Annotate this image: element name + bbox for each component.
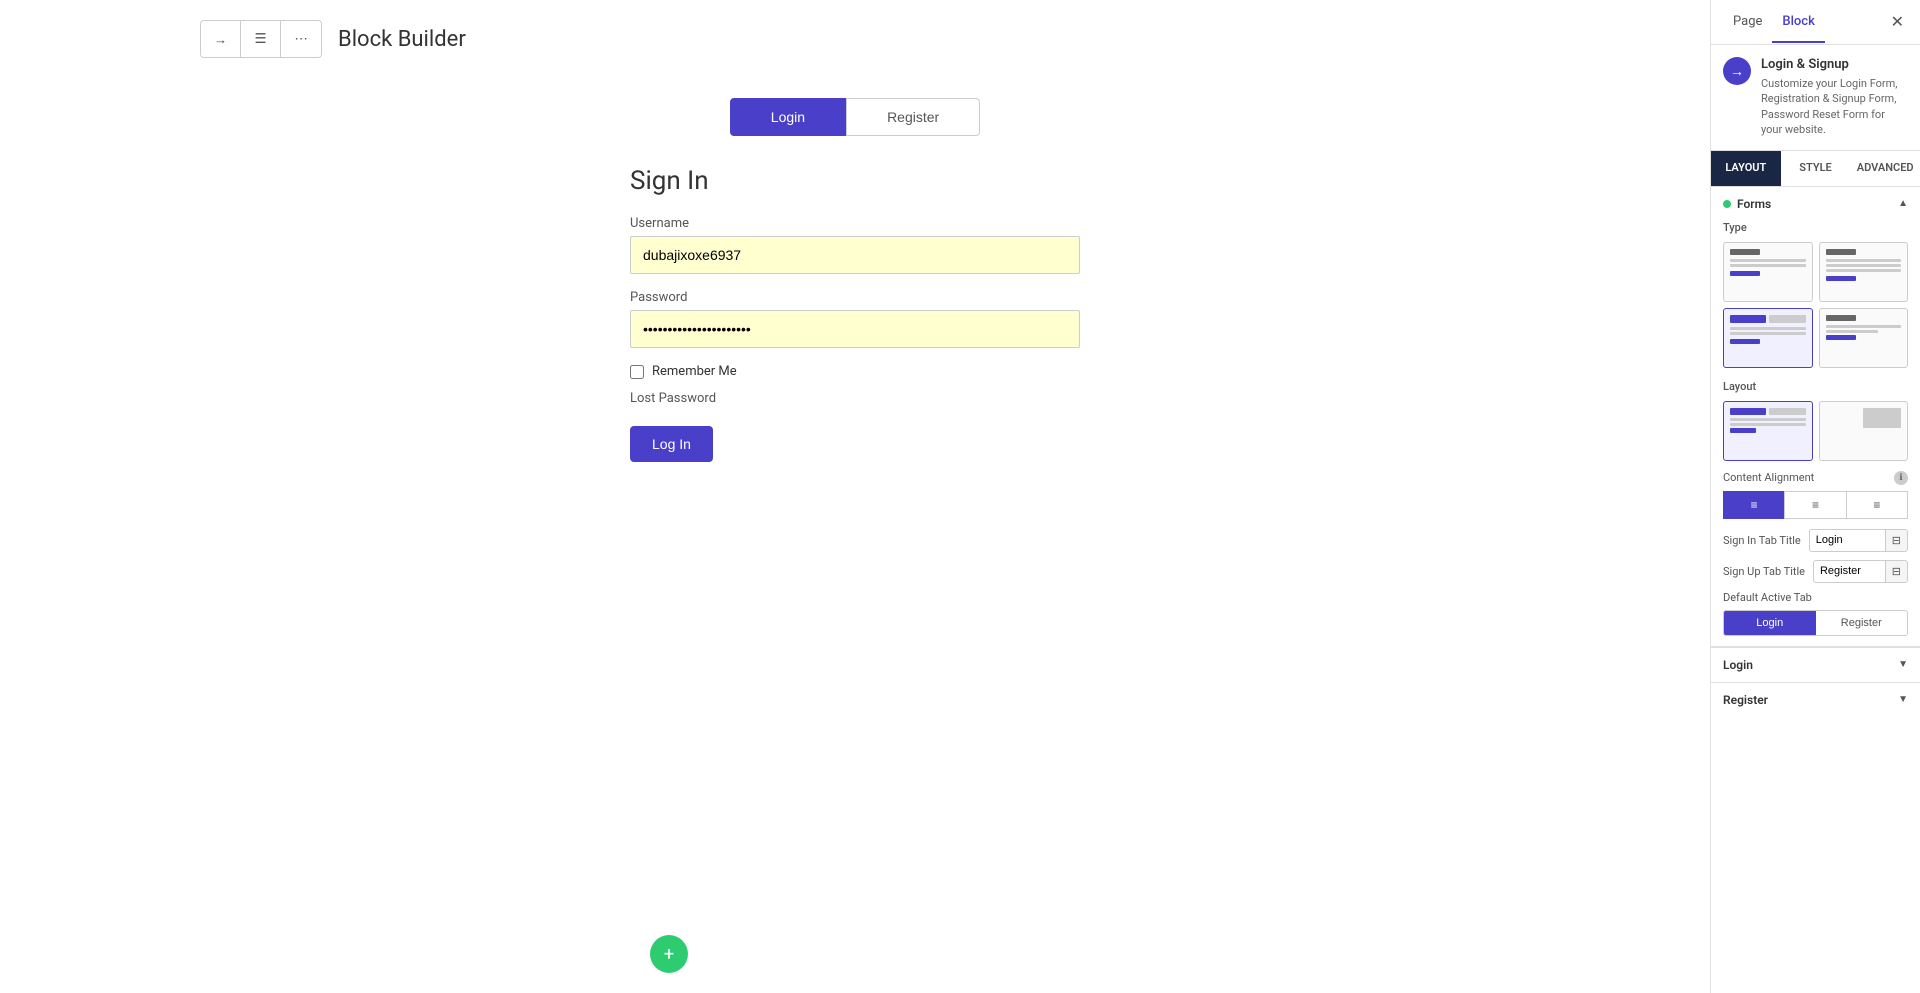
type-signin-only[interactable] xyxy=(1723,242,1813,302)
username-input[interactable] xyxy=(630,236,1080,274)
forms-section-header[interactable]: Forms ▲ xyxy=(1723,197,1908,211)
right-sidebar: Page Block ✕ → Login & Signup Customize … xyxy=(1710,0,1920,993)
style-tab[interactable]: STYLE xyxy=(1781,151,1851,186)
advanced-tab[interactable]: ADVANCED xyxy=(1850,151,1920,186)
type-both-tabs[interactable] xyxy=(1723,308,1813,368)
signin-tab-reset-icon[interactable]: ⊟ xyxy=(1885,530,1907,551)
default-register-btn[interactable]: Register xyxy=(1816,611,1908,635)
align-right-icon: ≡ xyxy=(1873,498,1880,512)
floating-action-button[interactable]: + xyxy=(650,935,688,973)
signin-tab-title-label: Sign In Tab Title xyxy=(1723,534,1801,547)
login-icon-btn[interactable]: → xyxy=(201,21,241,57)
username-label: Username xyxy=(630,216,1080,231)
align-buttons: ≡ ≡ ≡ xyxy=(1723,491,1908,519)
forms-dot xyxy=(1723,200,1731,208)
align-center-btn[interactable]: ≡ xyxy=(1784,491,1845,519)
more-icon-btn[interactable]: ⋯ xyxy=(281,21,321,57)
list-icon-btn[interactable]: ☰ xyxy=(241,21,281,57)
signup-tab-title-label: Sign Up Tab Title xyxy=(1723,565,1805,578)
type-label: Type xyxy=(1723,221,1908,234)
block-builder-title: Block Builder xyxy=(338,27,466,52)
register-collapse-title: Register xyxy=(1723,693,1768,707)
editor-toolbar: → ☰ ⋯ xyxy=(200,20,322,58)
register-collapse-section: Register ▼ xyxy=(1711,682,1920,717)
signup-tab-reset-icon[interactable]: ⊟ xyxy=(1885,561,1907,582)
login-collapse-header[interactable]: Login ▼ xyxy=(1723,658,1908,672)
page-tab[interactable]: Page xyxy=(1723,2,1772,43)
signin-tab-title-input[interactable] xyxy=(1810,530,1885,550)
signin-form: Sign In Username Password Remember Me Lo… xyxy=(430,166,1280,462)
signup-tab-title-input-wrap: ⊟ xyxy=(1813,560,1908,583)
forms-section: Forms ▲ Type xyxy=(1711,187,1920,647)
login-icon: → xyxy=(214,32,227,47)
forms-chevron: ▲ xyxy=(1898,198,1908,209)
more-icon: ⋯ xyxy=(294,31,307,47)
signin-title: Sign In xyxy=(630,166,1080,196)
content-alignment-info[interactable]: ℹ xyxy=(1894,471,1908,485)
align-center-icon: ≡ xyxy=(1812,498,1819,512)
layout-style-advanced-tabs: LAYOUT STYLE ADVANCED xyxy=(1711,151,1920,187)
type-register-only[interactable] xyxy=(1819,242,1909,302)
log-in-button[interactable]: Log In xyxy=(630,426,713,462)
login-register-tabs: Login Register xyxy=(0,98,1710,136)
lost-password-link[interactable]: Lost Password xyxy=(630,391,1080,406)
login-collapse-title: Login xyxy=(1723,658,1753,672)
sidebar-header: Page Block ✕ xyxy=(1711,0,1920,45)
remember-me-checkbox[interactable] xyxy=(630,365,644,379)
remember-me-label: Remember Me xyxy=(652,364,737,379)
login-collapse-chevron: ▼ xyxy=(1898,659,1908,670)
default-active-tab-row: Default Active Tab xyxy=(1723,591,1908,604)
default-active-tab-toggle: Login Register xyxy=(1723,610,1908,636)
align-right-btn[interactable]: ≡ xyxy=(1846,491,1908,519)
layout-grid xyxy=(1723,401,1908,461)
register-collapse-header[interactable]: Register ▼ xyxy=(1723,693,1908,707)
plugin-title: Login & Signup xyxy=(1761,57,1908,72)
plugin-text: Login & Signup Customize your Login Form… xyxy=(1761,57,1908,138)
close-button[interactable]: ✕ xyxy=(1887,8,1908,36)
signup-tab-title-row: Sign Up Tab Title ⊟ xyxy=(1723,560,1908,583)
signin-tab-title-input-wrap: ⊟ xyxy=(1809,529,1908,552)
layout-tab[interactable]: LAYOUT xyxy=(1711,151,1781,186)
list-icon: ☰ xyxy=(255,31,267,47)
register-tab[interactable]: Register xyxy=(846,98,980,136)
register-collapse-chevron: ▼ xyxy=(1898,694,1908,705)
remember-me-row: Remember Me xyxy=(630,364,1080,379)
type-reset-password[interactable] xyxy=(1819,308,1909,368)
plus-icon: + xyxy=(664,944,674,965)
plugin-icon: → xyxy=(1723,57,1751,85)
password-input[interactable] xyxy=(630,310,1080,348)
plugin-description: Customize your Login Form, Registration … xyxy=(1761,76,1908,138)
default-login-btn[interactable]: Login xyxy=(1724,611,1816,635)
forms-section-title: Forms xyxy=(1723,197,1771,211)
layout-label: Layout xyxy=(1723,380,1908,393)
password-label: Password xyxy=(630,290,1080,305)
align-left-icon: ≡ xyxy=(1751,498,1758,512)
block-tab[interactable]: Block xyxy=(1772,2,1824,43)
signup-tab-title-input[interactable] xyxy=(1814,561,1885,581)
login-collapse-section: Login ▼ xyxy=(1711,647,1920,682)
type-grid xyxy=(1723,242,1908,368)
default-active-tab-label: Default Active Tab xyxy=(1723,591,1812,604)
align-left-btn[interactable]: ≡ xyxy=(1723,491,1784,519)
content-alignment-label: Content Alignment xyxy=(1723,471,1814,484)
layout-left[interactable] xyxy=(1723,401,1813,461)
login-tab[interactable]: Login xyxy=(730,98,846,136)
arrow-icon: → xyxy=(1730,63,1744,80)
signin-tab-title-row: Sign In Tab Title ⊟ xyxy=(1723,529,1908,552)
layout-right[interactable] xyxy=(1819,401,1909,461)
plugin-info-section: → Login & Signup Customize your Login Fo… xyxy=(1711,45,1920,151)
content-alignment-row: Content Alignment ℹ xyxy=(1723,471,1908,485)
